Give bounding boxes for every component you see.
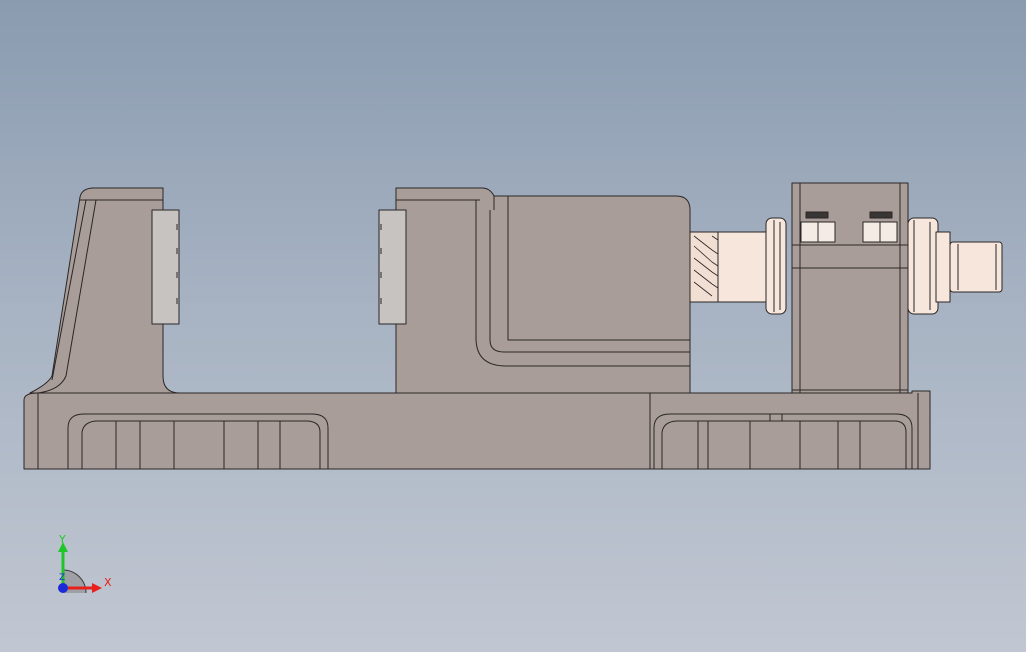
triad-graphic xyxy=(58,542,102,594)
base-plate[interactable] xyxy=(23,390,931,470)
jaw-pad-right[interactable] xyxy=(378,209,407,325)
shaft-end[interactable] xyxy=(949,241,1003,293)
shaft-collar[interactable] xyxy=(907,217,951,315)
lead-screw[interactable] xyxy=(717,217,787,315)
graphics-viewport[interactable]: Y X Z xyxy=(0,0,1026,652)
z-axis-label: Z xyxy=(59,573,66,583)
cad-model-view[interactable] xyxy=(0,0,1026,652)
compression-spring[interactable] xyxy=(689,231,721,303)
y-axis-label: Y xyxy=(59,533,66,546)
z-axis-dot xyxy=(58,583,68,593)
x-axis-label: X xyxy=(104,576,112,589)
jaw-pad-left[interactable] xyxy=(151,209,180,325)
coordinate-triad: Y X Z xyxy=(40,530,130,610)
moving-jaw[interactable] xyxy=(395,187,691,394)
